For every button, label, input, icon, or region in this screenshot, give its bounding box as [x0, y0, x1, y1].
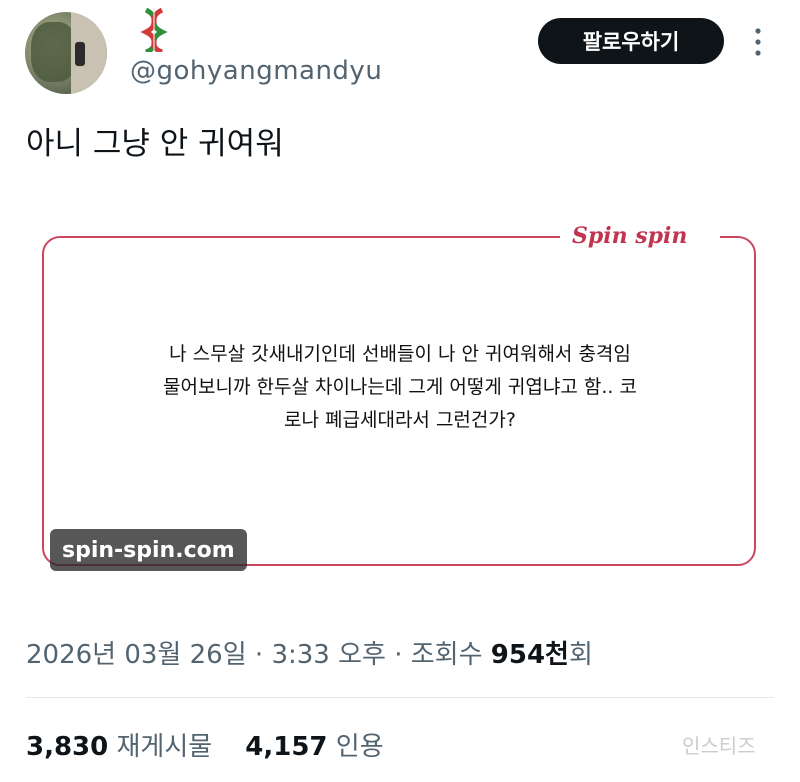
more-vertical-icon[interactable]	[752, 26, 764, 58]
views-value: 954천	[490, 640, 569, 670]
avatar[interactable]	[25, 12, 107, 94]
avatar-person	[75, 42, 85, 66]
engagement-stats: 3,830 재게시물 4,157 인용	[26, 726, 384, 763]
follow-button[interactable]: 팔로우하기	[538, 18, 724, 64]
views-label: 조회수	[410, 640, 483, 670]
site-watermark: 인스티즈	[682, 734, 756, 758]
meta-separator: ·	[394, 640, 403, 670]
tweet-text: 아니 그냥 안 귀여워	[26, 126, 284, 162]
card-line: 로나 폐급세대라서 그런건가?	[284, 409, 516, 431]
card-watermark: spin-spin.com	[50, 529, 247, 571]
quotes-count: 4,157	[245, 732, 328, 762]
reposts-label: 재게시물	[116, 732, 213, 762]
reposts-count: 3,830	[26, 732, 109, 762]
quotes-label: 인용	[335, 732, 384, 762]
card-body-text: 나 스무살 갓새내기인데 선배들이 나 안 귀여워해서 충격임 물어보니까 한두…	[60, 338, 740, 437]
quotes-link[interactable]: 4,157 인용	[245, 732, 383, 762]
braid-emoji-icon	[140, 8, 168, 52]
post-date[interactable]: 2026년 03월 26일	[26, 640, 247, 670]
card-brand-logo: Spin spin	[572, 223, 688, 249]
post-time[interactable]: 3:33 오후	[271, 640, 386, 670]
reposts-link[interactable]: 3,830 재게시물	[26, 732, 212, 762]
card-line: 나 스무살 갓새내기인데 선배들이 나 안 귀여워해서 충격임	[169, 343, 631, 365]
divider	[26, 697, 774, 698]
meta-separator: ·	[254, 640, 264, 670]
post-meta: 2026년 03월 26일 · 3:33 오후 · 조회수 954천회	[26, 634, 593, 671]
card-line: 물어보니까 한두살 차이나는데 그게 어떻게 귀엽냐고 함.. 코	[163, 376, 637, 398]
views-unit: 회	[568, 640, 593, 670]
user-handle[interactable]: @gohyangmandyu	[130, 56, 382, 86]
